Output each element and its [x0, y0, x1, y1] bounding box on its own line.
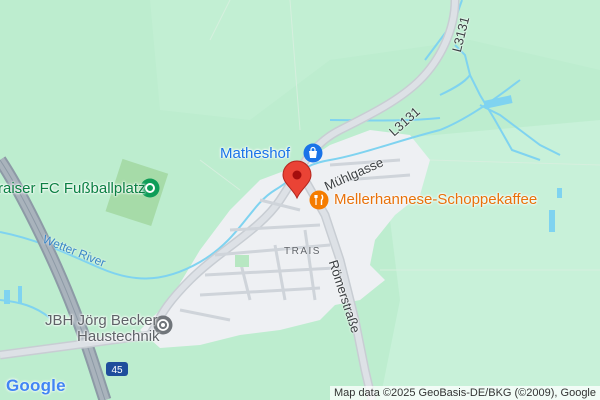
poi-label-matheshof[interactable]: Matheshof	[220, 145, 290, 162]
highway-shield-label: 45	[111, 365, 123, 376]
place-label-trais: TRAIS	[284, 246, 321, 257]
pond	[4, 290, 10, 304]
poi-label-fussballplatz[interactable]: raiser FC Fußballplatz	[0, 180, 146, 197]
map-attribution[interactable]: Map data ©2025 GeoBasis-DE/BKG (©2009), …	[329, 386, 600, 400]
park	[235, 255, 249, 267]
poi-label-jbh-line2[interactable]: Haustechnik	[77, 328, 160, 345]
poi-label-cafe[interactable]: Mellerhannese-Schoppekaffee	[334, 191, 537, 208]
restaurant-icon[interactable]	[309, 190, 329, 210]
pond	[549, 210, 555, 232]
google-logo: Google	[6, 376, 66, 395]
highway-shield: 45	[106, 362, 128, 376]
poi-label-jbh-line1[interactable]: JBH Jörg Becker	[45, 312, 158, 329]
shopping-bag-icon[interactable]	[303, 143, 323, 163]
pond	[18, 286, 22, 304]
pond	[557, 188, 562, 198]
